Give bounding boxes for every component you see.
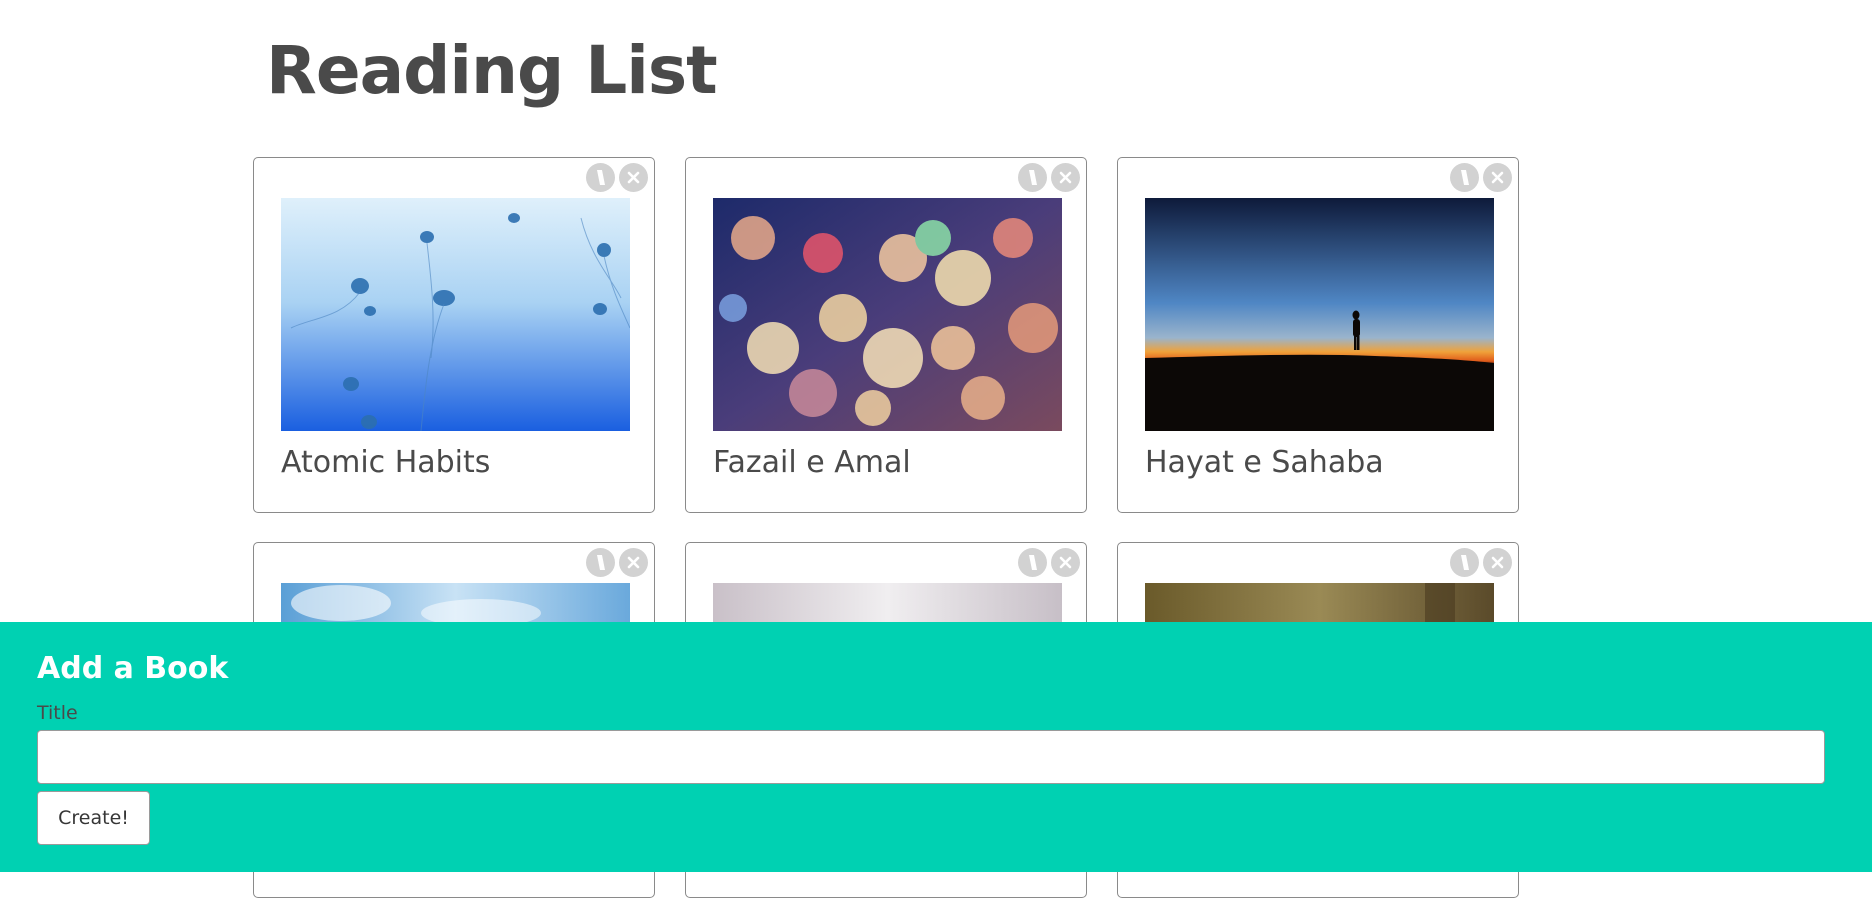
book-title: Hayat e Sahaba — [1145, 445, 1384, 480]
book-card: Fazail e Amal — [685, 157, 1087, 513]
book-cover-image — [281, 198, 630, 431]
edit-icon[interactable] — [1450, 163, 1479, 192]
edit-icon[interactable] — [1018, 163, 1047, 192]
book-cover-image — [713, 198, 1062, 431]
edit-icon[interactable] — [586, 548, 615, 577]
book-card: Hayat e Sahaba — [1117, 157, 1519, 513]
book-cover-image — [1145, 198, 1494, 431]
title-label: Title — [37, 702, 78, 724]
close-icon[interactable] — [619, 548, 648, 577]
close-icon[interactable] — [1483, 548, 1512, 577]
edit-icon[interactable] — [1450, 548, 1479, 577]
create-button[interactable]: Create! — [37, 791, 150, 845]
close-icon[interactable] — [1051, 548, 1080, 577]
book-title: Fazail e Amal — [713, 445, 911, 480]
book-title: Atomic Habits — [281, 445, 491, 480]
edit-icon[interactable] — [586, 163, 615, 192]
book-card: Atomic Habits — [253, 157, 655, 513]
edit-icon[interactable] — [1018, 548, 1047, 577]
form-heading: Add a Book — [37, 651, 229, 686]
add-book-panel: Add a Book Title Create! — [0, 622, 1872, 872]
title-input[interactable] — [37, 730, 1825, 784]
page-title: Reading List — [266, 32, 718, 109]
close-icon[interactable] — [619, 163, 648, 192]
close-icon[interactable] — [1483, 163, 1512, 192]
close-icon[interactable] — [1051, 163, 1080, 192]
